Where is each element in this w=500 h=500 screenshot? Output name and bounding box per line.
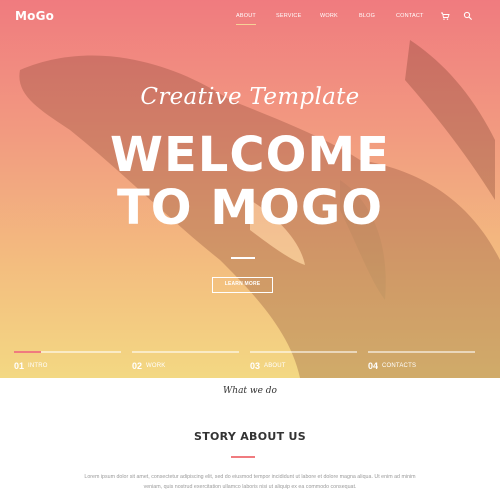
tab-contacts[interactable]: 04 CONTACTS (368, 351, 475, 373)
cart-icon[interactable] (440, 11, 450, 21)
section-divider (231, 456, 255, 458)
top-navigation: ABOUT SERVICE WORK BLOG CONTACT (0, 13, 500, 27)
paragraph-line: veniam, quis nostrud exercitation ullamc… (143, 483, 357, 490)
nav-item-work[interactable]: WORK (320, 13, 338, 19)
search-icon[interactable] (463, 11, 473, 21)
tab-number: 01 (14, 361, 25, 371)
tab-track (132, 351, 239, 353)
tab-number: 04 (368, 361, 379, 371)
hero-title-line1: WELCOME (110, 127, 390, 183)
nav-item-contact[interactable]: CONTACT (396, 13, 424, 19)
tab-track (250, 351, 357, 353)
hero-title-line2: TO MOGO (116, 180, 384, 236)
tab-about[interactable]: 03 ABOUT (250, 351, 357, 373)
tab-label: INTRO (28, 363, 48, 369)
tab-track (368, 351, 475, 353)
tab-number: 02 (132, 361, 143, 371)
section-paragraph: Lorem ipsum dolor sit amet, consectetur … (55, 473, 445, 492)
tab-label: CONTACTS (382, 363, 417, 369)
section-eyebrow: What we do (223, 386, 277, 396)
tab-work[interactable]: 02 WORK (132, 351, 239, 373)
tab-label: WORK (146, 363, 166, 369)
tab-progress (14, 351, 41, 353)
nav-item-service[interactable]: SERVICE (276, 13, 301, 19)
tab-intro[interactable]: 01 INTRO (14, 351, 121, 373)
section-heading: STORY ABOUT US (193, 430, 306, 443)
tab-label: ABOUT (264, 363, 286, 369)
paragraph-line: Lorem ipsum dolor sit amet, consectetur … (84, 474, 416, 480)
hero-divider (231, 257, 255, 259)
hero-subtitle: Creative Template (140, 84, 360, 110)
nav-item-blog[interactable]: BLOG (359, 13, 375, 19)
tab-number: 03 (250, 361, 261, 371)
nav-item-about[interactable]: ABOUT (236, 13, 256, 25)
learn-more-button[interactable]: LEARN MORE (212, 277, 273, 293)
